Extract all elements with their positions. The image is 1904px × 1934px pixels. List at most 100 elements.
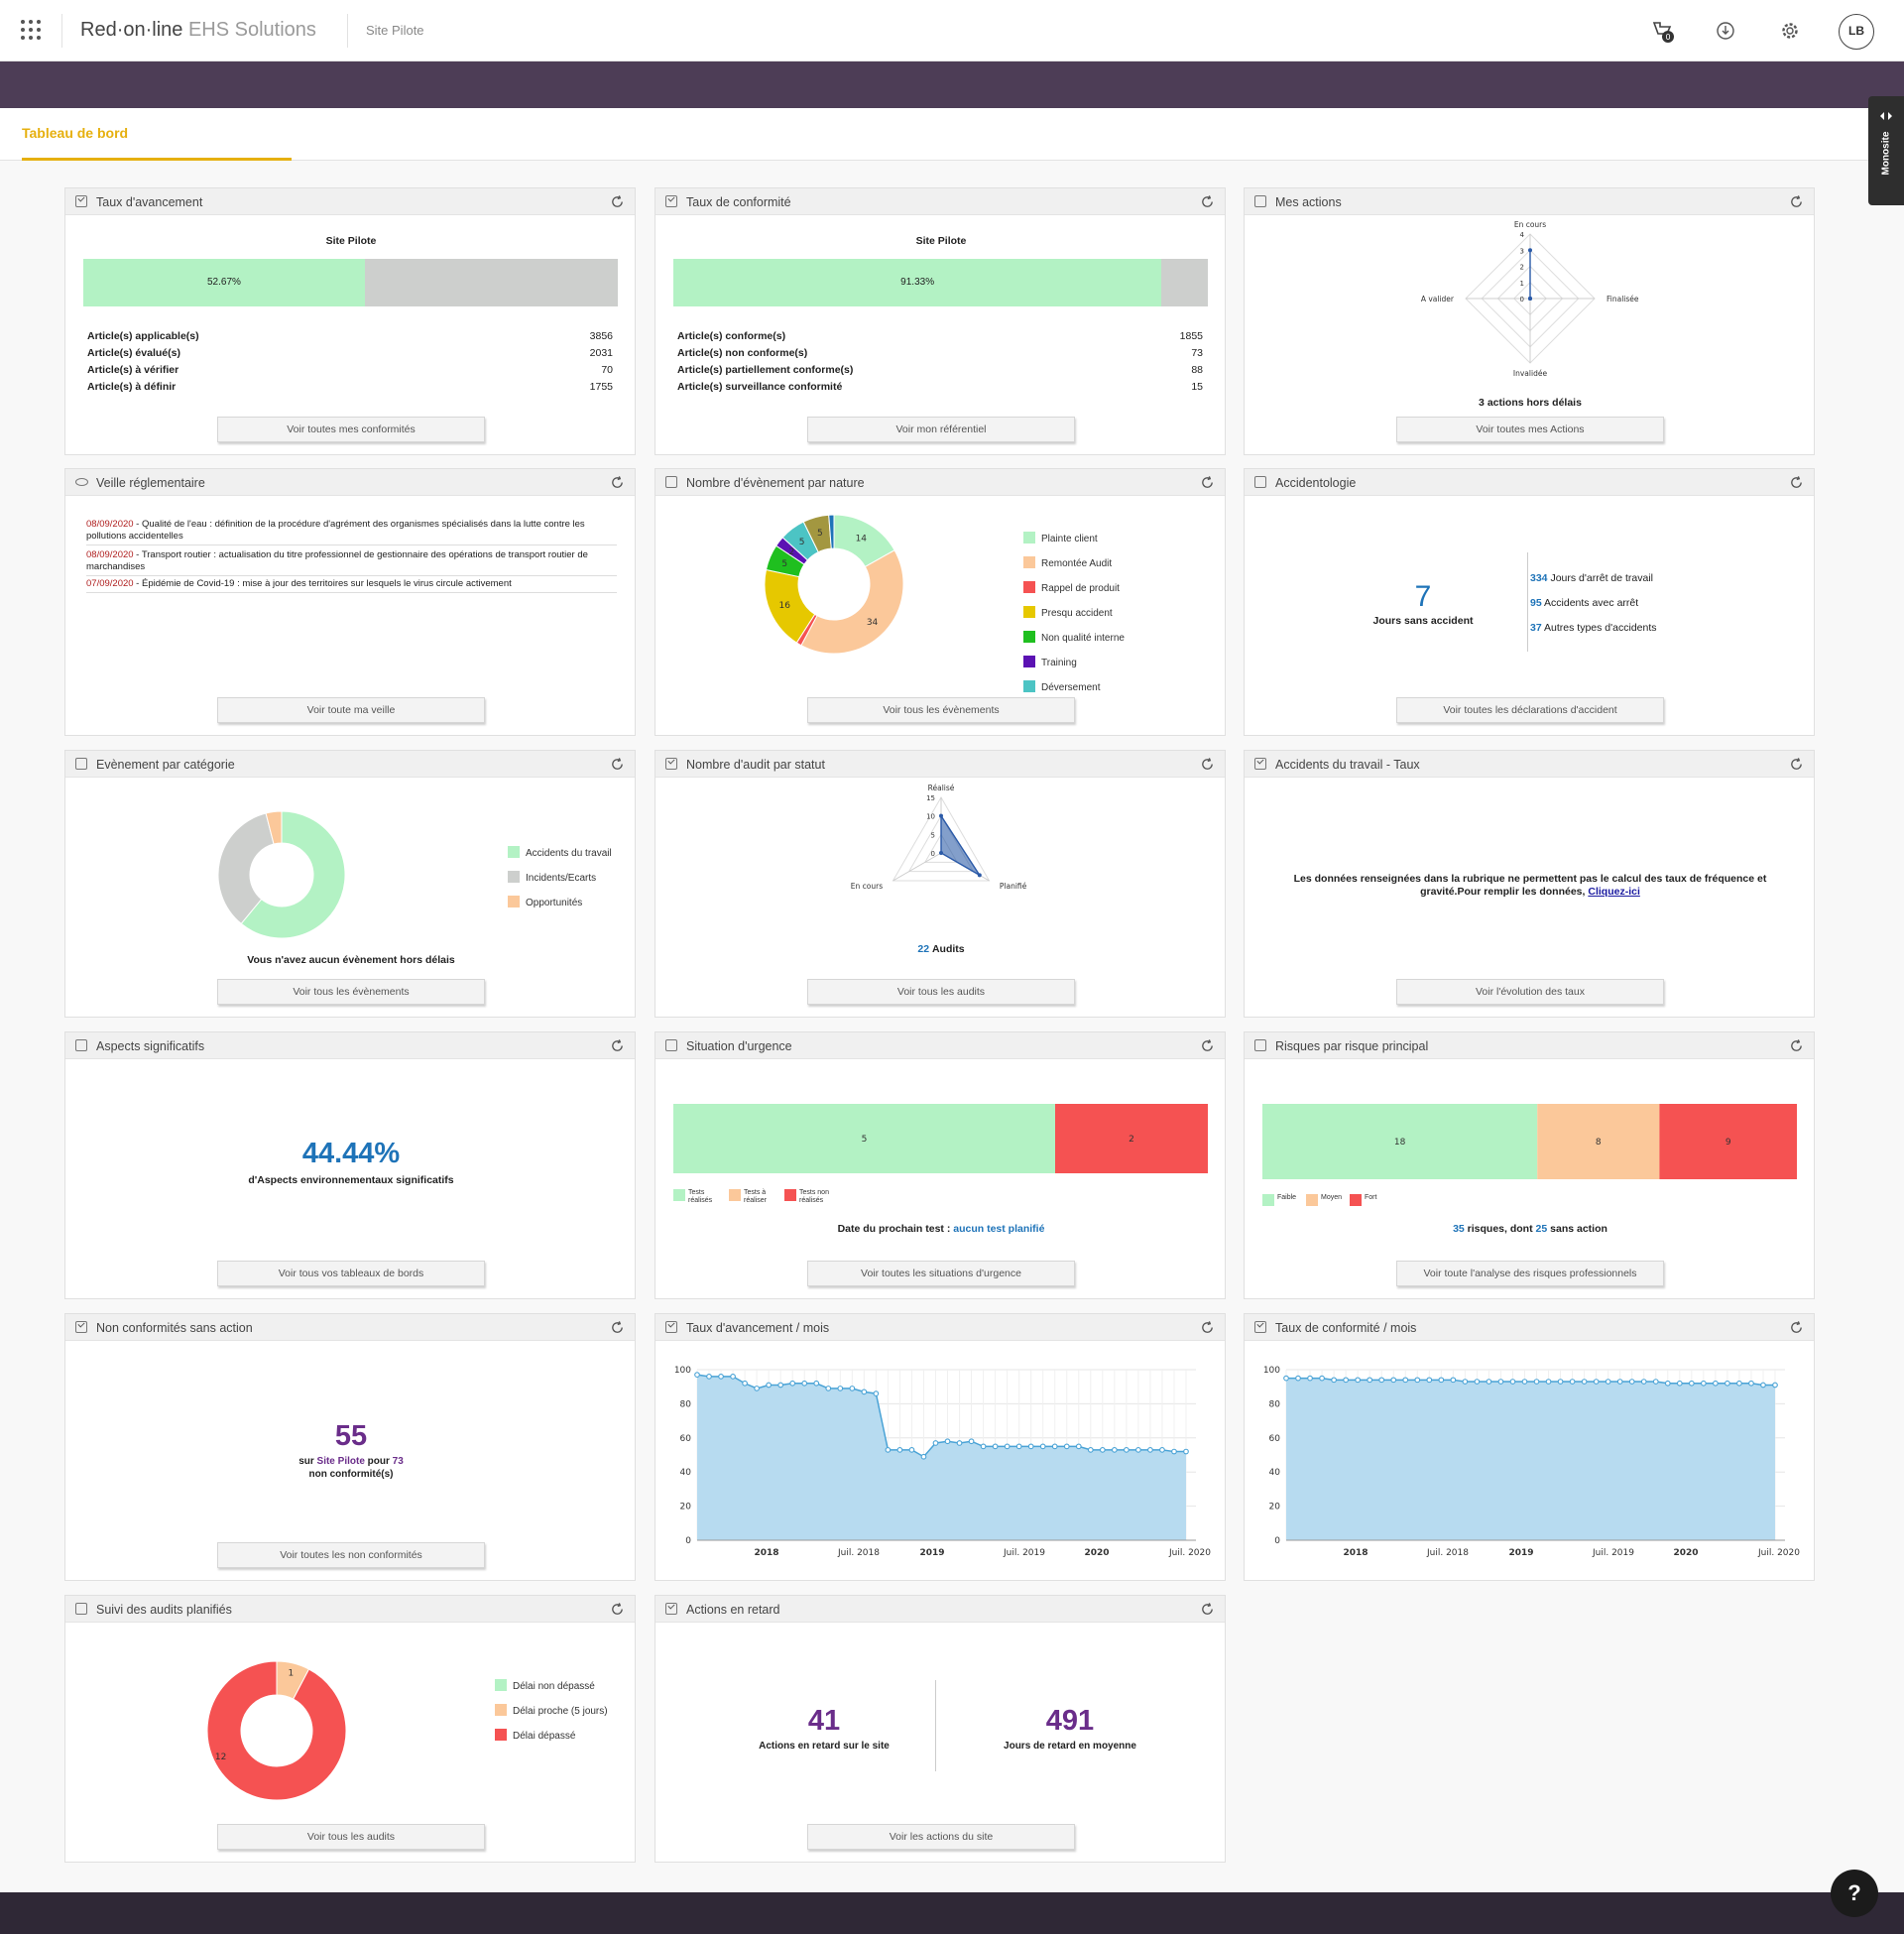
refresh-icon[interactable] [1200, 475, 1215, 490]
refresh-icon[interactable] [610, 1038, 625, 1053]
click-here-link[interactable]: Cliquez-ici [1588, 886, 1640, 898]
refresh-icon[interactable] [1789, 194, 1804, 209]
legend-item[interactable]: Remontée Audit [1023, 556, 1112, 569]
panel-title: Risques par risque principal [1275, 1039, 1429, 1053]
legend-item[interactable]: Non qualité interne [1023, 631, 1125, 644]
legend-item[interactable]: Tests à réaliser [729, 1189, 780, 1205]
radar-tick: 5 [931, 831, 935, 839]
panel-header: Suivi des audits planifiés [65, 1596, 635, 1623]
legend-item[interactable]: Training [1023, 656, 1077, 668]
data-point [1283, 1375, 1289, 1382]
see-conformities-button[interactable]: Voir toutes mes conformités [217, 417, 485, 442]
veille-item[interactable]: 08/09/2020 - Transport routier : actuali… [86, 549, 617, 576]
legend-item[interactable]: Déversement [1023, 680, 1100, 693]
see-site-actions-button[interactable]: Voir les actions du site [807, 1824, 1075, 1850]
radar-tick: 1 [1520, 280, 1524, 288]
see-actions-button[interactable]: Voir toutes mes Actions [1396, 417, 1664, 442]
see-non-conformities-button[interactable]: Voir toutes les non conformités [217, 1542, 485, 1568]
refresh-icon[interactable] [1200, 1038, 1215, 1053]
area-fill [697, 1375, 1186, 1540]
tab-dashboard[interactable]: Tableau de bord [22, 125, 128, 141]
data-point [1063, 1443, 1070, 1450]
see-accident-declarations-button[interactable]: Voir toutes les déclarations d'accident [1396, 697, 1664, 723]
legend-item[interactable]: Plainte client [1023, 532, 1098, 544]
see-rates-evolution-button[interactable]: Voir l'évolution des taux [1396, 979, 1664, 1005]
legend-item[interactable]: Opportunités [508, 896, 582, 908]
legend-item[interactable]: Moyen [1306, 1194, 1346, 1206]
see-audits-button[interactable]: Voir tous les audits [807, 979, 1075, 1005]
data-point [1605, 1379, 1611, 1385]
refresh-icon[interactable] [1200, 1320, 1215, 1335]
data-point [1004, 1443, 1011, 1450]
legend-item[interactable]: Rappel de produit [1023, 581, 1120, 594]
notifications-icon[interactable]: 0 [1650, 18, 1676, 44]
y-tick-label: 0 [1274, 1536, 1280, 1546]
radar-axis-label: A valider [1421, 295, 1455, 303]
see-risks-analysis-button[interactable]: Voir toute l'analyse des risques profess… [1396, 1261, 1664, 1286]
see-referential-button[interactable]: Voir mon référentiel [807, 417, 1075, 442]
brand-logo[interactable]: Red·on·line EHS Solutions [80, 19, 316, 42]
refresh-icon[interactable] [610, 1602, 625, 1617]
legend-item[interactable]: Délai proche (5 jours) [495, 1704, 608, 1717]
y-tick-label: 40 [1269, 1468, 1281, 1478]
document-icon [75, 1039, 87, 1051]
data-point [1135, 1446, 1141, 1453]
legend-label: Déversement [1041, 682, 1101, 693]
see-emergencies-button[interactable]: Voir toutes les situations d'urgence [807, 1261, 1075, 1286]
legend-item[interactable]: Presqu accident [1023, 606, 1113, 619]
refresh-icon[interactable] [610, 1320, 625, 1335]
refresh-icon[interactable] [1789, 475, 1804, 490]
checkbox-icon [665, 195, 677, 207]
veille-item[interactable]: 08/09/2020 - Qualité de l'eau : définiti… [86, 519, 617, 545]
see-events-button[interactable]: Voir tous les évènements [807, 697, 1075, 723]
panel-title: Taux d'avancement [96, 195, 203, 209]
legend-item[interactable]: Incidents/Ecarts [508, 871, 596, 884]
refresh-icon[interactable] [610, 475, 625, 490]
download-icon[interactable] [1713, 18, 1738, 44]
data-point [1462, 1379, 1469, 1385]
refresh-icon[interactable] [1200, 194, 1215, 209]
x-tick-label: 2018 [1343, 1548, 1368, 1558]
gear-icon[interactable] [1777, 18, 1803, 44]
data-point [1112, 1446, 1118, 1453]
legend-item[interactable]: Délai dépassé [495, 1729, 575, 1742]
help-button[interactable]: ? [1831, 1870, 1878, 1917]
refresh-icon[interactable] [1789, 1320, 1804, 1335]
refresh-icon[interactable] [610, 757, 625, 772]
see-veille-button[interactable]: Voir toute ma veille [217, 697, 485, 723]
legend-item[interactable]: Faible [1262, 1194, 1302, 1206]
urgence-stacked-bar: 52 [673, 1104, 1208, 1173]
panel-audit-statut: Nombre d'audit par statut 15 10 5 0 Réalisé P… [654, 750, 1226, 1018]
apps-grid-icon[interactable] [21, 20, 41, 40]
veille-item[interactable]: 07/09/2020 - Épidémie de Covid-19 : mise… [86, 578, 617, 593]
radar-point [1528, 297, 1532, 301]
data-point [1557, 1379, 1564, 1385]
legend-item[interactable]: Accidents du travail [508, 846, 612, 859]
see-audits-button[interactable]: Voir tous les audits [217, 1824, 485, 1850]
refresh-icon[interactable] [1200, 757, 1215, 772]
data-point [861, 1389, 868, 1395]
stat-value: 1855 [1179, 330, 1203, 342]
refresh-icon[interactable] [1200, 1602, 1215, 1617]
refresh-icon[interactable] [1789, 757, 1804, 772]
monosite-toggle[interactable]: Monosite [1868, 96, 1904, 205]
panel-header: Taux d'avancement / mois [655, 1314, 1225, 1341]
see-events-button[interactable]: Voir tous les évènements [217, 979, 485, 1005]
see-dashboards-button[interactable]: Voir tous vos tableaux de bords [217, 1261, 485, 1286]
document-icon [1254, 1039, 1266, 1051]
user-avatar[interactable]: LB [1839, 14, 1874, 50]
refresh-icon[interactable] [1789, 1038, 1804, 1053]
slice-label: 34 [867, 618, 879, 628]
nc-for: pour [367, 1456, 390, 1467]
legend-item[interactable]: Délai non dépassé [495, 1679, 595, 1692]
slice-label: 2 [789, 547, 795, 557]
refresh-icon[interactable] [610, 194, 625, 209]
data-point [1183, 1448, 1189, 1455]
legend-swatch [1023, 532, 1035, 544]
panel-actions-retard: Actions en retard 41 Actions en retard s… [654, 1595, 1226, 1863]
legend-label: Délai proche (5 jours) [513, 1706, 608, 1717]
stat-label: Autres types d'accidents [1544, 622, 1657, 634]
legend-item[interactable]: Tests réalisés [673, 1189, 725, 1205]
legend-item[interactable]: Tests non réalisés [784, 1189, 836, 1205]
legend-item[interactable]: Fort [1350, 1194, 1389, 1206]
